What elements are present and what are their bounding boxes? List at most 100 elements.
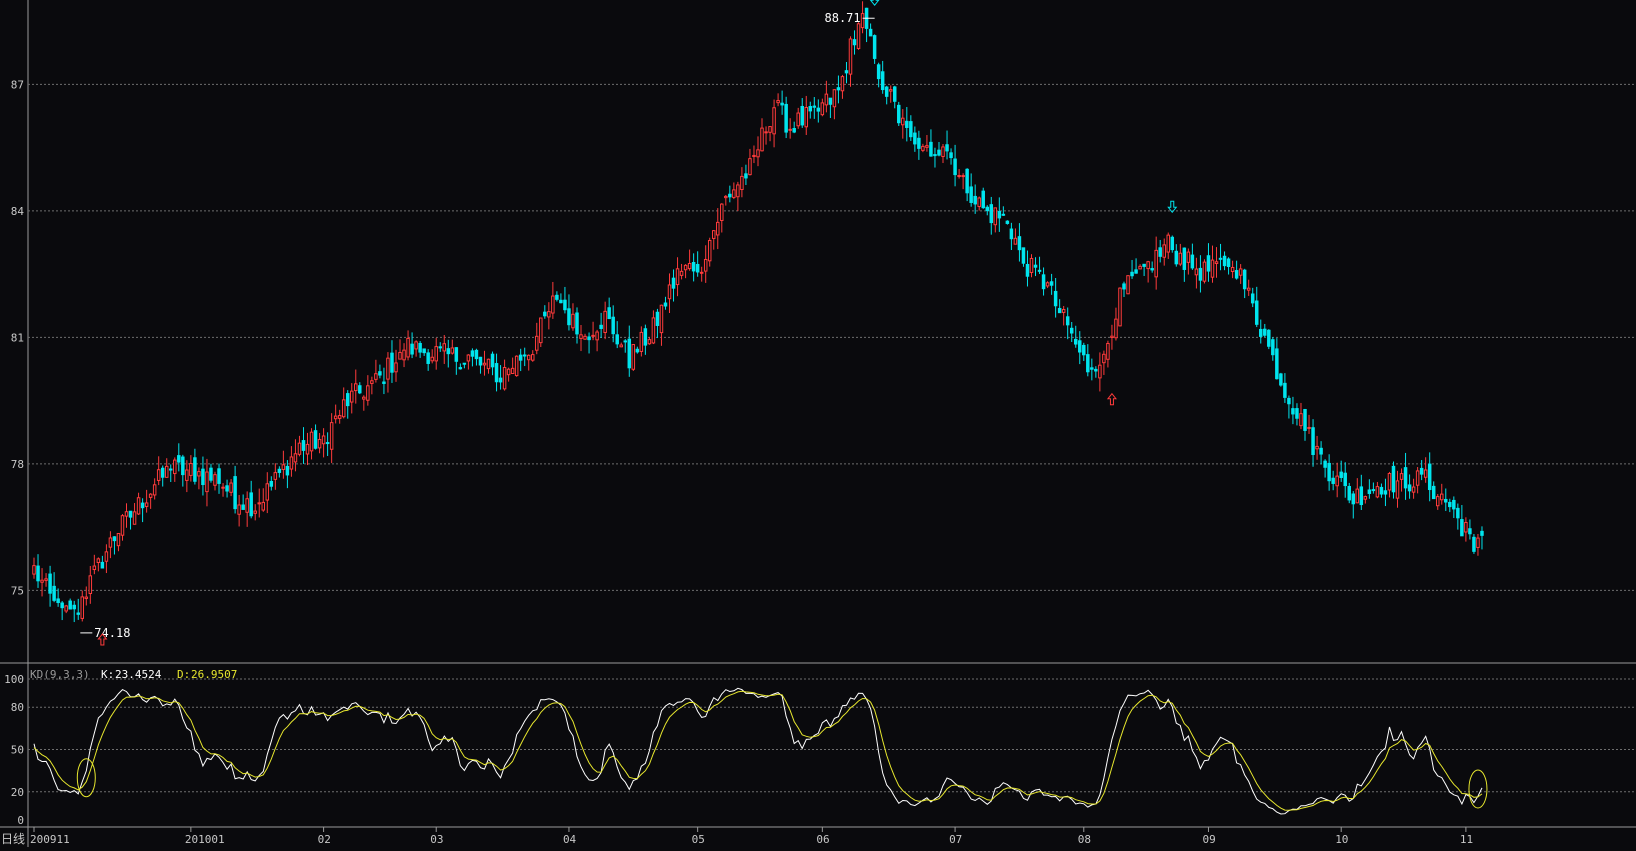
candle-body xyxy=(414,341,418,350)
candle-body xyxy=(1431,485,1436,500)
candle-body xyxy=(293,453,298,463)
candle-body xyxy=(671,277,676,289)
candle-body xyxy=(261,501,266,511)
candle-body xyxy=(1017,236,1022,251)
candle-body xyxy=(655,311,660,326)
candle-body xyxy=(897,104,901,124)
candle-body xyxy=(844,70,849,74)
candle-body xyxy=(1126,275,1130,295)
candle-body xyxy=(458,367,463,370)
candle-body xyxy=(1383,490,1388,495)
candle-body xyxy=(639,331,644,352)
candle-body xyxy=(872,35,877,59)
candle-body xyxy=(1134,269,1138,274)
candle-body xyxy=(1387,473,1392,491)
candle-body xyxy=(1198,267,1203,281)
candle-body xyxy=(937,149,941,156)
candle-body xyxy=(981,190,985,209)
candle-body xyxy=(116,532,121,547)
candle-body xyxy=(1186,251,1191,263)
candle-body xyxy=(366,385,370,401)
candle-body xyxy=(341,399,346,418)
candle-body xyxy=(265,483,270,501)
candle-body xyxy=(1037,269,1042,272)
candle-body xyxy=(804,107,809,128)
candle-body xyxy=(647,339,652,345)
candle-body xyxy=(285,465,290,476)
candle-body xyxy=(1246,287,1251,291)
candle-body xyxy=(1069,327,1074,334)
candle-body xyxy=(1122,283,1126,290)
candle-body xyxy=(913,132,917,145)
candle-body xyxy=(1339,471,1343,478)
candle-body xyxy=(828,97,833,105)
candle-body xyxy=(1150,268,1154,271)
candle-body xyxy=(96,558,101,563)
candle-body xyxy=(1049,281,1054,286)
candle-body xyxy=(144,502,149,507)
candle-body xyxy=(1146,261,1150,270)
candle-body xyxy=(494,363,499,383)
candle-body xyxy=(289,456,294,470)
candle-body xyxy=(88,575,93,595)
candle-body xyxy=(599,324,603,329)
candle-body xyxy=(402,349,406,361)
candle-body xyxy=(422,348,426,354)
candle-body xyxy=(370,380,374,384)
candle-body xyxy=(1182,247,1187,270)
candle-body xyxy=(454,347,459,362)
candle-body xyxy=(1287,397,1291,405)
candle-body xyxy=(993,207,998,226)
signal-circle xyxy=(1468,769,1488,809)
candle-body xyxy=(1279,373,1283,386)
candle-body xyxy=(1319,447,1323,455)
candle-body xyxy=(724,195,728,199)
candle-body xyxy=(989,204,994,224)
x-tick-label: 02 xyxy=(318,833,331,846)
candle-body xyxy=(860,13,865,29)
candle-body xyxy=(595,331,599,341)
candle-body xyxy=(1427,463,1432,491)
kd-tick-label: 80 xyxy=(11,701,24,714)
candle-body xyxy=(281,464,286,470)
candle-body xyxy=(1118,287,1122,327)
candle-body xyxy=(1423,469,1428,478)
candle-body xyxy=(160,467,165,478)
candle-body xyxy=(1295,408,1299,419)
buy-arrow-icon xyxy=(1106,392,1117,406)
candle-body xyxy=(386,357,390,380)
candle-body xyxy=(398,351,402,360)
candle-body xyxy=(691,261,696,272)
candle-body xyxy=(876,64,881,80)
candle-body xyxy=(305,443,310,455)
candle-body xyxy=(406,337,410,358)
kd-indicator-label: KD(9,3,3) xyxy=(30,668,90,681)
candle-body xyxy=(880,71,885,91)
candle-body xyxy=(201,468,205,486)
kd-d-prefix: D: xyxy=(177,668,190,681)
kd-tick-label: 50 xyxy=(11,744,24,757)
candle-body xyxy=(1307,426,1311,429)
kd-k-prefix: K: xyxy=(101,668,114,681)
candle-body xyxy=(466,354,471,362)
candle-body xyxy=(1170,236,1175,251)
candle-body xyxy=(426,352,430,364)
candle-body xyxy=(273,472,278,480)
candle-body xyxy=(611,316,615,335)
candle-body xyxy=(1363,496,1368,500)
candle-body xyxy=(539,317,543,344)
candle-body xyxy=(643,328,648,346)
candle-body xyxy=(812,105,817,108)
candle-body xyxy=(245,498,249,513)
candle-body xyxy=(1391,465,1396,493)
candle-body xyxy=(32,565,36,575)
chart-canvas[interactable]: 88.7174.18 75788184870205080100200911 201… xyxy=(0,0,1636,847)
candle-body xyxy=(1315,445,1319,450)
candle-body xyxy=(1331,477,1335,484)
candle-body xyxy=(543,311,547,317)
candle-body xyxy=(257,502,261,505)
candle-body xyxy=(217,468,221,484)
candle-body xyxy=(1460,519,1464,537)
candle-body xyxy=(446,348,451,355)
candle-body xyxy=(68,600,72,610)
